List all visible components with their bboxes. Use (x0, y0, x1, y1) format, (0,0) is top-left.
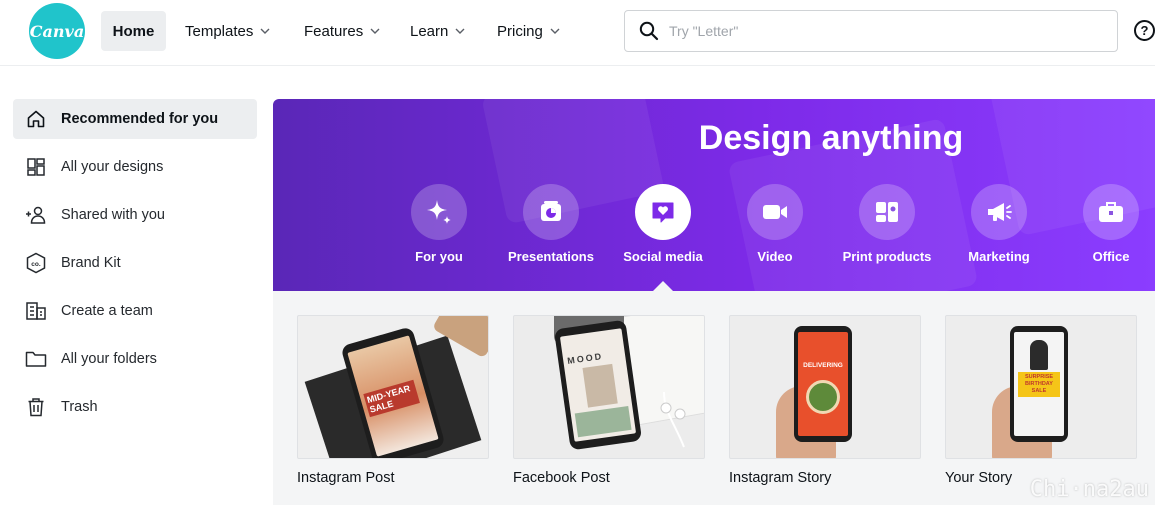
grid-icon (25, 156, 47, 178)
sidebar-item-label: All your designs (61, 159, 164, 175)
nav-learn[interactable]: Learn (410, 11, 466, 51)
chevron-down-icon (550, 28, 560, 34)
sidebar-item-trash[interactable]: Trash (13, 387, 257, 427)
briefcase-icon (1083, 184, 1139, 240)
category-social-media[interactable]: Social media (607, 184, 719, 264)
chevron-down-icon (260, 28, 270, 34)
nav-templates-label: Templates (185, 22, 254, 40)
sidebar-item-shared[interactable]: Shared with you (13, 195, 257, 235)
template-card-facebook-post[interactable]: MOOD Facebook Post (513, 315, 705, 486)
nav-home[interactable]: Home (101, 11, 166, 51)
category-label: Office (1092, 249, 1130, 264)
category-label: Social media (623, 249, 703, 264)
chevron-down-icon (370, 28, 380, 34)
template-thumbnail: DELIVERING (729, 315, 921, 459)
sidebar-item-label: Recommended for you (61, 111, 219, 127)
thumb-text: MID-YEAR SALE (363, 379, 420, 418)
sidebar-item-folders[interactable]: All your folders (13, 339, 257, 379)
top-nav: Canva Home Templates Features Learn Pric… (0, 0, 1155, 66)
leaf-photo (574, 405, 632, 438)
sidebar-item-label: All your folders (61, 351, 157, 367)
sidebar: Recommended for you All your designs Sha… (13, 99, 257, 435)
template-card-your-story[interactable]: SURPRISE BIRTHDAY SALE Your Story (945, 315, 1137, 486)
category-label: Print products (842, 249, 932, 264)
template-thumbnail: MID-YEAR SALE (297, 315, 489, 459)
brand-kit-icon: co. (25, 252, 47, 274)
trash-icon (25, 396, 47, 418)
sidebar-item-label: Shared with you (61, 207, 165, 223)
nav-features-label: Features (304, 22, 364, 40)
nav-learn-label: Learn (410, 22, 449, 40)
category-row: For you Presentations Social media Video… (273, 184, 1155, 284)
category-print-products[interactable]: Print products (831, 184, 943, 264)
sidebar-item-create-team[interactable]: Create a team (13, 291, 257, 331)
nav-templates[interactable]: Templates (185, 11, 271, 51)
watermark: Chi·na2au (1029, 477, 1149, 502)
megaphone-icon (971, 184, 1027, 240)
help-icon[interactable]: ? (1134, 20, 1155, 41)
nav-pricing-label: Pricing (497, 22, 543, 40)
building-icon (25, 300, 47, 322)
sidebar-item-label: Brand Kit (61, 255, 121, 271)
design-anything-banner: Design anything For you Presentations So… (273, 99, 1155, 291)
phone-image: DELIVERING (794, 326, 852, 442)
sidebar-item-label: Trash (61, 399, 98, 415)
search-input[interactable] (669, 23, 1089, 39)
sidebar-item-all-designs[interactable]: All your designs (13, 147, 257, 187)
template-label: Instagram Story (729, 470, 832, 486)
sidebar-item-brand-kit[interactable]: co. Brand Kit (13, 243, 257, 283)
category-label: Marketing (968, 249, 1030, 264)
category-video[interactable]: Video (719, 184, 831, 264)
category-marketing[interactable]: Marketing (943, 184, 1055, 264)
thumb-text: MOOD (566, 351, 604, 366)
search-icon (639, 21, 659, 41)
category-label: For you (415, 249, 463, 264)
chevron-down-icon (455, 28, 465, 34)
folder-icon (25, 348, 47, 370)
svg-text:co.: co. (31, 261, 41, 268)
template-card-instagram-post[interactable]: MID-YEAR SALE Instagram Post (297, 315, 489, 486)
active-category-pointer (652, 281, 674, 292)
category-label: Video (757, 249, 793, 264)
presentation-icon (523, 184, 579, 240)
template-card-instagram-story[interactable]: DELIVERING Instagram Story (729, 315, 921, 486)
video-camera-icon (747, 184, 803, 240)
nav-features[interactable]: Features (304, 11, 381, 51)
thumb-text: SURPRISE BIRTHDAY SALE (1018, 372, 1060, 397)
category-office[interactable]: Office (1055, 184, 1155, 264)
food-bowl-image (806, 380, 840, 414)
category-label: Presentations (508, 249, 594, 264)
sparkle-icon (411, 184, 467, 240)
sidebar-item-recommended[interactable]: Recommended for you (13, 99, 257, 139)
canva-logo[interactable]: Canva (29, 3, 85, 59)
mood-photo (582, 363, 618, 408)
hero-title: Design anything (698, 119, 964, 157)
template-label: Facebook Post (513, 470, 610, 486)
nav-pricing[interactable]: Pricing (497, 11, 561, 51)
person-image (1030, 340, 1048, 370)
home-icon (25, 108, 47, 130)
search-box[interactable] (624, 10, 1118, 52)
category-for-you[interactable]: For you (383, 184, 495, 264)
sidebar-item-label: Create a team (61, 303, 153, 319)
heart-chat-icon (635, 184, 691, 240)
template-label: Instagram Post (297, 470, 395, 486)
template-thumbnail: MOOD (513, 315, 705, 459)
users-icon (25, 204, 47, 226)
earphones-image (660, 392, 686, 448)
thumb-text: DELIVERING (803, 362, 843, 369)
phone-image: SURPRISE BIRTHDAY SALE (1010, 326, 1068, 442)
print-icon (859, 184, 915, 240)
category-presentations[interactable]: Presentations (495, 184, 607, 264)
template-thumbnail: SURPRISE BIRTHDAY SALE (945, 315, 1137, 459)
template-section: MID-YEAR SALE Instagram Post MOOD Facebo… (273, 291, 1155, 505)
